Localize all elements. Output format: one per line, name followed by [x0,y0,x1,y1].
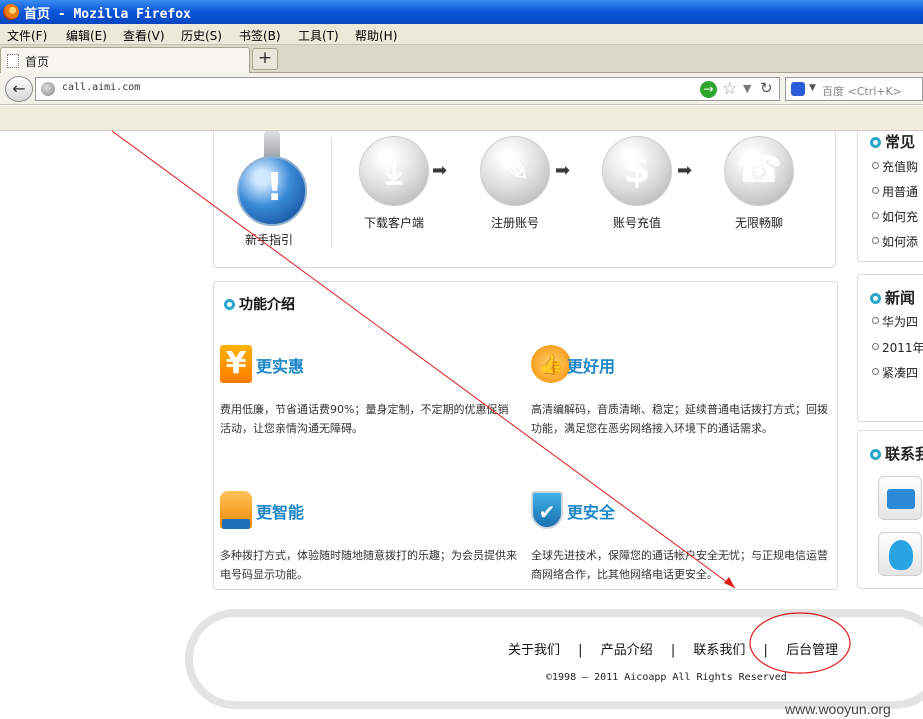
sidebar-contact: 联系我 [857,430,923,589]
copyright: ©1998 — 2011 Aicoapp All Rights Reserved [546,672,787,683]
sidebar-news: 新闻 华为四 2011年 紧凑四 [857,274,923,422]
menu-view[interactable]: 查看(V) [123,27,165,44]
beginner-guide-label: 新手指引 [245,233,294,247]
thumbs-up-icon: 👍 [531,345,571,383]
qq-penguin-icon [889,540,913,570]
search-placeholder: 百度 <Ctrl+K> [822,85,902,98]
faq-item[interactable]: 充值购 [872,158,918,175]
step-unlimited-chat[interactable]: ☎ 无限畅聊 [709,136,809,246]
person-figure-icon [264,131,280,159]
step-recharge[interactable]: $ 账号充值 [587,136,687,246]
feature-desc: 多种拨打方式，体验随时随地随意拨打的乐趣；为会员提供来电号码显示功能。 [220,549,517,581]
faq-item[interactable]: 如何添 [872,233,918,250]
feature-name: 更实惠 [256,357,305,376]
circle-bullet-icon [870,293,881,304]
feature-desc: 高清编解码，音质清晰、稳定；延续普通电话拨打方式；回拨功能，满足您在恶劣网络接入… [531,403,828,435]
menu-help[interactable]: 帮助(H) [355,27,397,44]
navigation-toolbar: ← call.aimi.com → ☆ ▼ ↻ ▼ 百度 <Ctrl+K> [0,73,923,105]
feature-name: 更智能 [256,503,305,522]
footer-separator: | [670,643,676,658]
search-bar[interactable]: ▼ 百度 <Ctrl+K> [785,77,923,101]
beginner-guide[interactable]: ! 新手指引 [234,131,314,256]
arrow-right-icon: ➡ [432,160,448,181]
news-item[interactable]: 紧凑四 [872,364,918,381]
step-register[interactable]: ✎ 注册账号 [465,136,565,246]
circle-bullet-icon [870,137,881,148]
faq-item[interactable]: 用普通 [872,183,918,200]
site-identity-icon[interactable] [41,82,55,96]
qq-button[interactable] [878,532,922,576]
contact-title: 联系我 [870,443,923,464]
feature-desc: 全球先进技术，保障您的通话帐户安全无忧；与正规电信运营商网络合作，比其他网络电话… [531,549,828,581]
mobile-phone-icon: ☎ [724,136,794,206]
feature-desc: 费用低廉，节省通话费90%；量身定制，不定期的优惠促销活动，让您亲情沟通无障碍。 [220,403,509,435]
dollar-icon: $ [602,136,672,206]
history-dropdown-icon[interactable]: ▼ [743,82,751,95]
engine-dropdown-icon[interactable]: ▼ [809,83,816,93]
footer-link-contact[interactable]: 联系我们 [693,639,745,658]
features-title: 功能介绍 [224,294,295,314]
footer-links: 关于我们 | 产品介绍 | 联系我们 | 后台管理 [508,639,838,658]
firefox-logo-icon [3,4,19,20]
footer-separator: | [763,643,768,658]
menu-history[interactable]: 历史(S) [181,27,222,44]
step-label: 账号充值 [612,216,661,230]
step-download-client[interactable]: ⤓ 下载客户端 [344,136,444,246]
baidu-paw-icon[interactable] [791,82,805,96]
faq-title: 常见 [870,131,915,152]
news-item[interactable]: 2011年 [872,339,923,356]
step-label: 无限畅聊 [734,216,783,230]
menu-bar: 文件(F) 编辑(E) 查看(V) 历史(S) 书签(B) 工具(T) 帮助(H… [0,24,923,45]
arrow-right-icon: ➡ [555,160,571,181]
new-tab-button[interactable]: + [252,48,278,70]
bookmark-star-icon[interactable]: ☆ [722,79,737,99]
feature-name: 更好用 [567,357,616,376]
menu-file[interactable]: 文件(F) [7,27,47,44]
menu-bookmarks[interactable]: 书签(B) [239,27,281,44]
footer-link-admin[interactable]: 后台管理 [786,639,838,658]
exclamation-globe-icon: ! [237,156,307,226]
tab-home[interactable]: 首页 [0,47,250,73]
news-item[interactable]: 华为四 [872,313,918,330]
steps-panel: ! 新手指引 ⤓ 下载客户端 ➡ ✎ 注册账号 ➡ $ 账号充值 ➡ ☎ 无限畅… [213,131,836,268]
divider [331,138,332,248]
url-text: call.aimi.com [62,82,141,93]
step-label: 下载客户端 [363,216,424,230]
window-title: 首页 - Mozilla Firefox [24,7,191,22]
features-panel: 功能介绍 ¥ 更实惠 费用低廉，节省通话费90%；量身定制，不定期的优惠促销活动… [213,281,838,590]
shield-check-icon: ✔ [531,491,563,529]
go-arrow-icon[interactable]: → [700,81,717,98]
tab-strip: 首页 + [0,45,923,73]
arrow-right-icon: ➡ [677,160,693,181]
back-button[interactable]: ← [5,76,33,102]
menu-tools[interactable]: 工具(T) [298,27,339,44]
faq-item[interactable]: 如何充 [872,208,918,225]
sidebar-faq: 常见 充值购 用普通 如何充 如何添 [857,131,923,262]
url-bar[interactable]: call.aimi.com → ☆ ▼ ↻ [35,77,780,101]
yuan-icon: ¥ [220,345,252,383]
step-label: 注册账号 [490,216,539,230]
page-content: ! 新手指引 ⤓ 下载客户端 ➡ ✎ 注册账号 ➡ $ 账号充值 ➡ ☎ 无限畅… [0,131,923,719]
feature-name: 更安全 [567,503,616,522]
menu-edit[interactable]: 编辑(E) [66,27,107,44]
pointing-hand-icon [220,491,252,529]
bookmarks-toolbar [0,106,923,131]
footer-separator: | [578,643,583,658]
download-icon: ⤓ [359,136,429,206]
footer: 关于我们 | 产品介绍 | 联系我们 | 后台管理 ©1998 — 2011 A… [185,609,923,709]
reload-icon[interactable]: ↻ [760,79,773,97]
tab-label: 首页 [25,55,50,69]
circle-bullet-icon [224,299,235,310]
footer-link-about[interactable]: 关于我们 [508,639,560,658]
footer-link-products[interactable]: 产品介绍 [601,639,653,658]
mail-icon [887,489,915,509]
watermark: www.wooyun.org [785,701,891,717]
edit-icon: ✎ [480,136,550,206]
window-titlebar: 首页 - Mozilla Firefox [0,0,923,24]
circle-bullet-icon [870,449,881,460]
blank-page-icon [7,54,19,68]
email-button[interactable] [878,476,922,520]
news-title: 新闻 [870,287,915,308]
